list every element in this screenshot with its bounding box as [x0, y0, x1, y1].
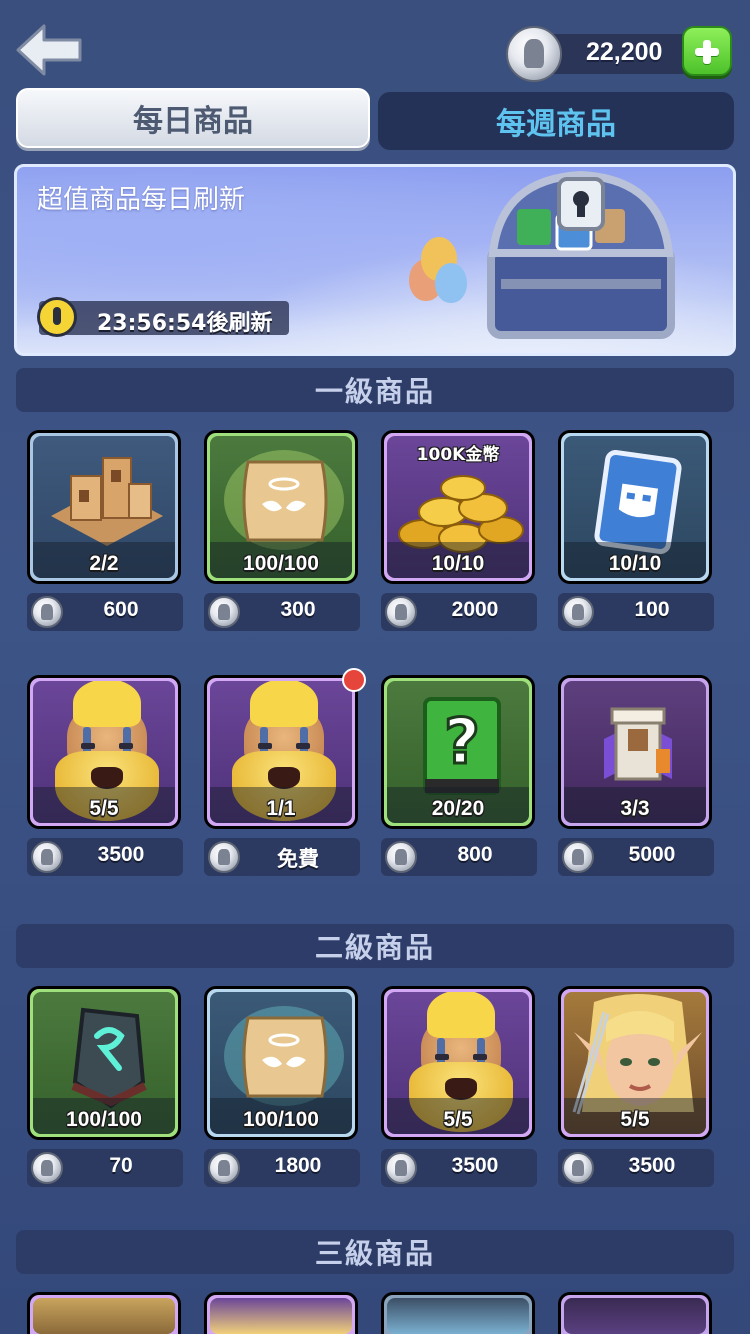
price-value: 3500	[97, 843, 145, 866]
price-tag[interactable]: 70	[27, 1149, 183, 1187]
price-tag[interactable]: 5000	[558, 838, 714, 876]
silver-coin-icon	[562, 841, 594, 873]
price-tag[interactable]: 100	[558, 593, 714, 631]
silver-coin-icon	[562, 1152, 594, 1184]
shop-item-scroll[interactable]: 100/100	[204, 986, 358, 1140]
price-tag[interactable]: 3500	[558, 1149, 714, 1187]
price-value: 300	[280, 598, 316, 621]
rune-stone-icon	[71, 1007, 147, 1109]
shop-item-hero-dwarf[interactable]: 5/5	[27, 675, 181, 829]
price-value: 100	[634, 598, 670, 621]
price-value: 800	[457, 843, 493, 866]
shop-item-mystery-book[interactable]: ? 20/20	[381, 675, 535, 829]
back-arrow-icon	[16, 24, 82, 76]
price-tag[interactable]: 免費	[204, 838, 360, 876]
price-tag[interactable]: 3500	[27, 838, 183, 876]
treasure-chest-icon	[487, 170, 675, 339]
price-value: 免費	[277, 848, 319, 871]
item-count: 1/1	[266, 797, 296, 820]
building-icon	[51, 457, 163, 546]
shop-item-tower[interactable]: 3/3	[558, 675, 712, 829]
price-value: 2000	[451, 598, 499, 621]
question-book-icon: ?	[423, 697, 501, 795]
price-value: 1800	[274, 1154, 322, 1177]
shop-item-partial[interactable]	[558, 1292, 712, 1334]
shop-item-scroll[interactable]: 100/100	[204, 430, 358, 584]
shop-item-card[interactable]: 10/10	[558, 430, 712, 584]
lock-timer-icon	[37, 297, 77, 337]
section-header-tier1: 一級商品	[16, 368, 734, 412]
section-header-tier3: 三級商品	[16, 1230, 734, 1274]
item-count: 2/2	[89, 552, 119, 575]
item-count: 3/3	[620, 797, 650, 820]
scroll-icon	[224, 450, 344, 550]
item-label: 100K金幣	[416, 445, 500, 465]
scroll-icon	[224, 1006, 344, 1106]
price-tag[interactable]: 1800	[204, 1149, 360, 1187]
daily-refresh-banner: 超值商品每日刷新 23:56:54後刷新	[14, 164, 736, 356]
hero-card-icon	[594, 450, 682, 554]
item-count: 5/5	[443, 1108, 473, 1131]
shop-item-partial[interactable]	[27, 1292, 181, 1334]
notification-dot	[342, 668, 366, 692]
currency-display: 22,200	[506, 26, 732, 82]
price-tag[interactable]: 600	[27, 593, 183, 631]
banner-title: 超值商品每日刷新	[37, 185, 246, 215]
price-tag[interactable]: 3500	[381, 1149, 537, 1187]
item-count: 100/100	[243, 1108, 319, 1131]
silver-coin-icon	[385, 841, 417, 873]
back-button[interactable]	[14, 22, 86, 78]
item-count: 100/100	[66, 1108, 142, 1131]
shop-item-rune-stone[interactable]: 100/100	[27, 986, 181, 1140]
shop-item-hero-dwarf-free[interactable]: 1/1	[204, 675, 358, 829]
tab-daily[interactable]: 每日商品	[16, 88, 370, 148]
price-tag[interactable]: 2000	[381, 593, 537, 631]
balloon-icon	[435, 263, 467, 303]
silver-coin-icon	[208, 1152, 240, 1184]
shop-item-partial[interactable]	[204, 1292, 358, 1334]
silver-coin-icon	[31, 841, 63, 873]
svg-text:?: ?	[444, 705, 480, 778]
tab-weekly[interactable]: 每週商品	[378, 92, 734, 150]
silver-coin-icon	[31, 596, 63, 628]
item-count: 100/100	[243, 552, 319, 575]
item-count: 5/5	[620, 1108, 650, 1131]
timer-text: 23:56:54後刷新	[97, 311, 273, 336]
silver-coin-icon	[208, 596, 240, 628]
price-value: 70	[109, 1154, 133, 1177]
shop-item-gold-coins[interactable]: 100K金幣 10/10	[381, 430, 535, 584]
shop-item-building[interactable]: 2/2	[27, 430, 181, 584]
price-value: 3500	[451, 1154, 499, 1177]
item-count: 10/10	[608, 552, 662, 575]
silver-coin-icon	[385, 1152, 417, 1184]
price-tag[interactable]: 300	[204, 593, 360, 631]
silver-coin-icon	[506, 26, 562, 82]
section-header-tier2: 二級商品	[16, 924, 734, 968]
item-count: 5/5	[89, 797, 119, 820]
silver-coin-icon	[31, 1152, 63, 1184]
shop-item-hero-dwarf[interactable]: 5/5	[381, 986, 535, 1140]
silver-coin-icon	[208, 841, 240, 873]
currency-amount: 22,200	[586, 38, 663, 66]
shop-item-partial[interactable]	[381, 1292, 535, 1334]
item-count: 10/10	[431, 552, 485, 575]
price-tag[interactable]: 800	[381, 838, 537, 876]
add-currency-button[interactable]	[682, 26, 732, 76]
price-value: 600	[103, 598, 139, 621]
tower-icon	[604, 707, 672, 781]
silver-coin-icon	[385, 596, 417, 628]
shop-item-hero-elf[interactable]: 5/5	[558, 986, 712, 1140]
price-value: 5000	[628, 843, 676, 866]
silver-coin-icon	[562, 596, 594, 628]
price-value: 3500	[628, 1154, 676, 1177]
refresh-timer: 23:56:54後刷新	[37, 297, 289, 337]
item-count: 20/20	[431, 797, 485, 820]
